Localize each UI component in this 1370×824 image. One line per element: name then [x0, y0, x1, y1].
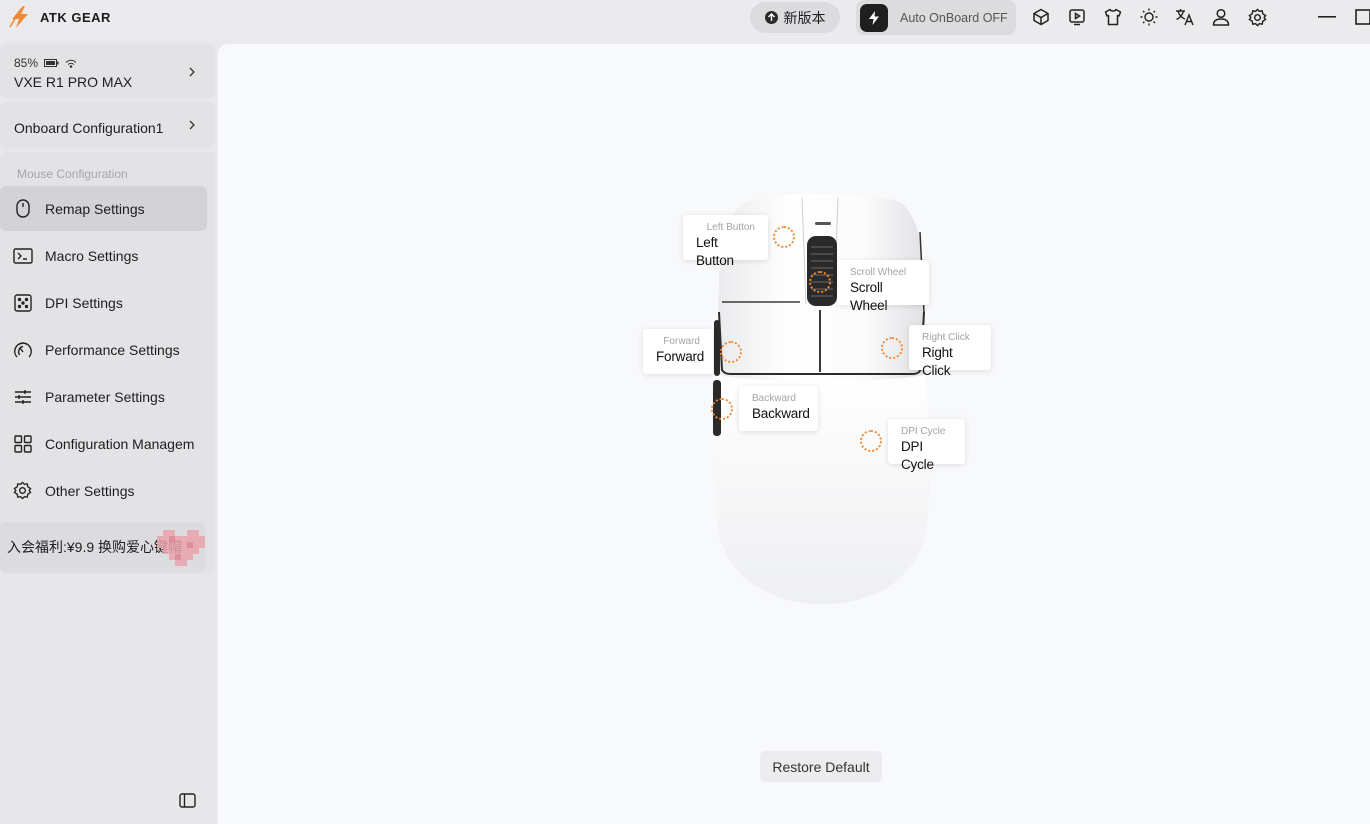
mapping-title: Forward [663, 336, 700, 347]
maximize-icon[interactable] [1352, 6, 1370, 28]
scroll-wheel-mapping[interactable]: Scroll Wheel Scroll Wheel [837, 260, 929, 313]
forward-mapping[interactable]: Forward Forward [643, 329, 713, 374]
title-bar: ATK GEAR 新版本 Auto OnBoard OFF [0, 0, 1370, 40]
translate-icon[interactable] [1175, 7, 1195, 27]
sidebar-item-performance-settings[interactable]: Performance Settings [0, 327, 207, 372]
backward-mapping[interactable]: Backward Backward [739, 386, 818, 431]
upgrade-icon [764, 11, 778, 24]
wireless-icon [65, 59, 77, 68]
sidebar-item-label: Parameter Settings [45, 388, 165, 405]
gear-icon [12, 480, 33, 501]
forward-hotspot[interactable] [720, 341, 742, 363]
mapping-title: Backward [752, 393, 796, 404]
sidebar-item-label: Performance Settings [45, 341, 180, 358]
onboard-config-card[interactable]: Onboard Configuration1 [0, 102, 215, 148]
scroll-wheel-hotspot[interactable] [809, 271, 831, 293]
right-click-hotspot[interactable] [881, 337, 903, 359]
video-guide-icon[interactable] [1067, 7, 1087, 27]
sidebar-item-macro-settings[interactable]: Macro Settings [0, 233, 207, 278]
mapping-value: Left Button [696, 235, 734, 268]
mapping-value: Backward [752, 406, 810, 421]
mapping-value: Scroll Wheel [850, 280, 888, 313]
restore-default-button[interactable]: Restore Default [760, 751, 882, 782]
sidebar-item-dpi-settings[interactable]: DPI Settings [0, 280, 207, 325]
sidebar-item-label: Remap Settings [45, 200, 145, 217]
cube-icon[interactable] [1031, 7, 1051, 27]
new-version-label: 新版本 [783, 9, 826, 26]
sidebar-collapse-icon[interactable] [177, 790, 197, 810]
sidebar-item-label: Other Settings [45, 482, 135, 499]
mapping-value: DPI Cycle [901, 439, 934, 472]
bolt-icon [860, 3, 888, 32]
sidebar-item-configuration-management[interactable]: Configuration Managem [0, 421, 207, 466]
auto-onboard-toggle[interactable]: Auto OnBoard OFF [856, 0, 1016, 35]
grid-icon [12, 433, 33, 454]
section-title: Mouse Configuration [17, 167, 128, 181]
onboard-config-name: Onboard Configuration1 [14, 120, 164, 136]
mouse-icon [12, 198, 33, 219]
new-version-button[interactable]: 新版本 [750, 2, 840, 33]
sidebar-item-parameter-settings[interactable]: Parameter Settings [0, 374, 207, 419]
shirt-icon[interactable] [1103, 7, 1123, 27]
app-logo: ATK GEAR [8, 4, 111, 30]
lightning-logo-icon [9, 6, 28, 28]
mapping-title: Right Click [922, 332, 970, 343]
battery-icon [44, 59, 59, 67]
sidebar: 85% VXE R1 PRO MAX Onboard Configuration… [0, 42, 216, 824]
battery-level: 85% [14, 56, 39, 70]
sliders-icon [12, 386, 33, 407]
pixel-heart-icon [157, 530, 205, 566]
mapping-title: Scroll Wheel [850, 267, 907, 278]
left-button-mapping[interactable]: Left Button Left Button [683, 215, 768, 268]
chevron-right-icon [187, 120, 197, 130]
mapping-title: Left Button [706, 222, 755, 233]
device-status: 85% [14, 56, 77, 70]
mapping-title: DPI Cycle [901, 426, 946, 437]
brand-name: ATK GEAR [40, 9, 111, 25]
auto-onboard-label: Auto OnBoard OFF [900, 10, 1008, 25]
backward-hotspot[interactable] [711, 398, 733, 420]
dpi-cycle-hotspot[interactable] [860, 430, 882, 452]
dpi-cycle-mapping[interactable]: DPI Cycle DPI Cycle [888, 419, 965, 472]
menu-card: Mouse Configuration Remap Settings Macro… [0, 152, 215, 574]
settings-icon[interactable] [1247, 7, 1267, 27]
sidebar-item-other-settings[interactable]: Other Settings [0, 468, 207, 513]
mapping-value: Right Click [922, 345, 953, 378]
promo-banner[interactable]: 入会福利:¥9.9 换购爱心键帽 [0, 522, 205, 572]
device-name: VXE R1 PRO MAX [14, 74, 133, 90]
terminal-icon [12, 245, 33, 266]
sidebar-item-remap-settings[interactable]: Remap Settings [0, 186, 207, 231]
left-button-hotspot[interactable] [773, 226, 795, 248]
chevron-right-icon [187, 67, 197, 77]
dice-icon [12, 292, 33, 313]
gauge-icon [12, 339, 33, 360]
sidebar-item-label: Macro Settings [45, 247, 139, 264]
minimize-icon[interactable] [1316, 6, 1338, 28]
account-icon[interactable] [1211, 7, 1231, 27]
right-click-mapping[interactable]: Right Click Right Click [909, 325, 991, 378]
sidebar-item-label: DPI Settings [45, 294, 123, 311]
promo-text: 入会福利:¥9.9 换购爱心键帽 [7, 539, 183, 555]
brightness-icon[interactable] [1139, 7, 1159, 27]
mapping-value: Forward [656, 349, 705, 364]
sidebar-item-label: Configuration Managem [45, 435, 195, 452]
remap-panel: Left Button Left Button Scroll Wheel Scr… [218, 44, 1370, 824]
device-card[interactable]: 85% VXE R1 PRO MAX [0, 44, 215, 98]
